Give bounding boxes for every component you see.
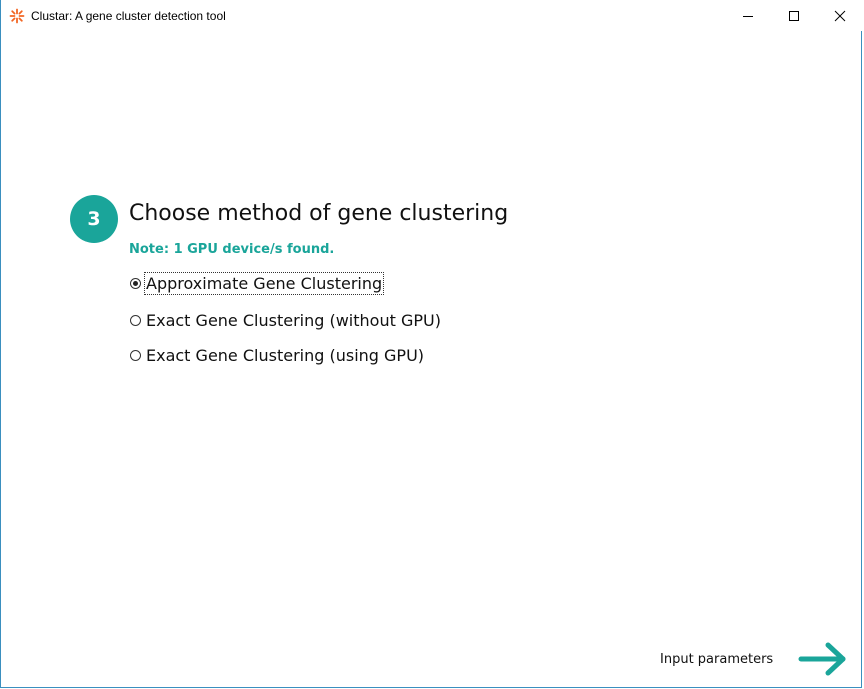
gpu-note: Note: 1 GPU device/s found. [129,242,335,257]
radio-label[interactable]: Exact Gene Clustering (using GPU) [145,345,425,366]
title-bar[interactable]: Clustar: A gene cluster detection tool [1,0,863,31]
next-step-label[interactable]: Input parameters [660,652,773,667]
radio-button[interactable] [130,314,141,326]
clustar-asterisk-icon [9,8,25,24]
radio-button-selected[interactable] [130,277,141,289]
main-content: 3 Choose method of gene clustering Note:… [1,31,863,688]
close-button[interactable] [817,0,863,31]
radio-approximate-clustering[interactable]: Approximate Gene Clustering [130,271,385,295]
arrow-right-icon[interactable] [797,641,849,677]
radio-button[interactable] [130,349,141,361]
maximize-icon [789,10,799,21]
close-icon [834,10,846,21]
radio-exact-clustering-gpu[interactable]: Exact Gene Clustering (using GPU) [130,343,425,367]
step-number-badge: 3 [70,195,118,243]
minimize-icon [743,15,753,17]
maximize-button[interactable] [771,0,817,31]
radio-label[interactable]: Approximate Gene Clustering [143,271,385,295]
app-window: Clustar: A gene cluster detection tool 3… [0,0,863,688]
minimize-button[interactable] [725,0,771,31]
window-title: Clustar: A gene cluster detection tool [31,9,226,23]
radio-exact-clustering-no-gpu[interactable]: Exact Gene Clustering (without GPU) [130,308,442,332]
page-title: Choose method of gene clustering [129,201,509,226]
radio-label[interactable]: Exact Gene Clustering (without GPU) [145,310,442,331]
